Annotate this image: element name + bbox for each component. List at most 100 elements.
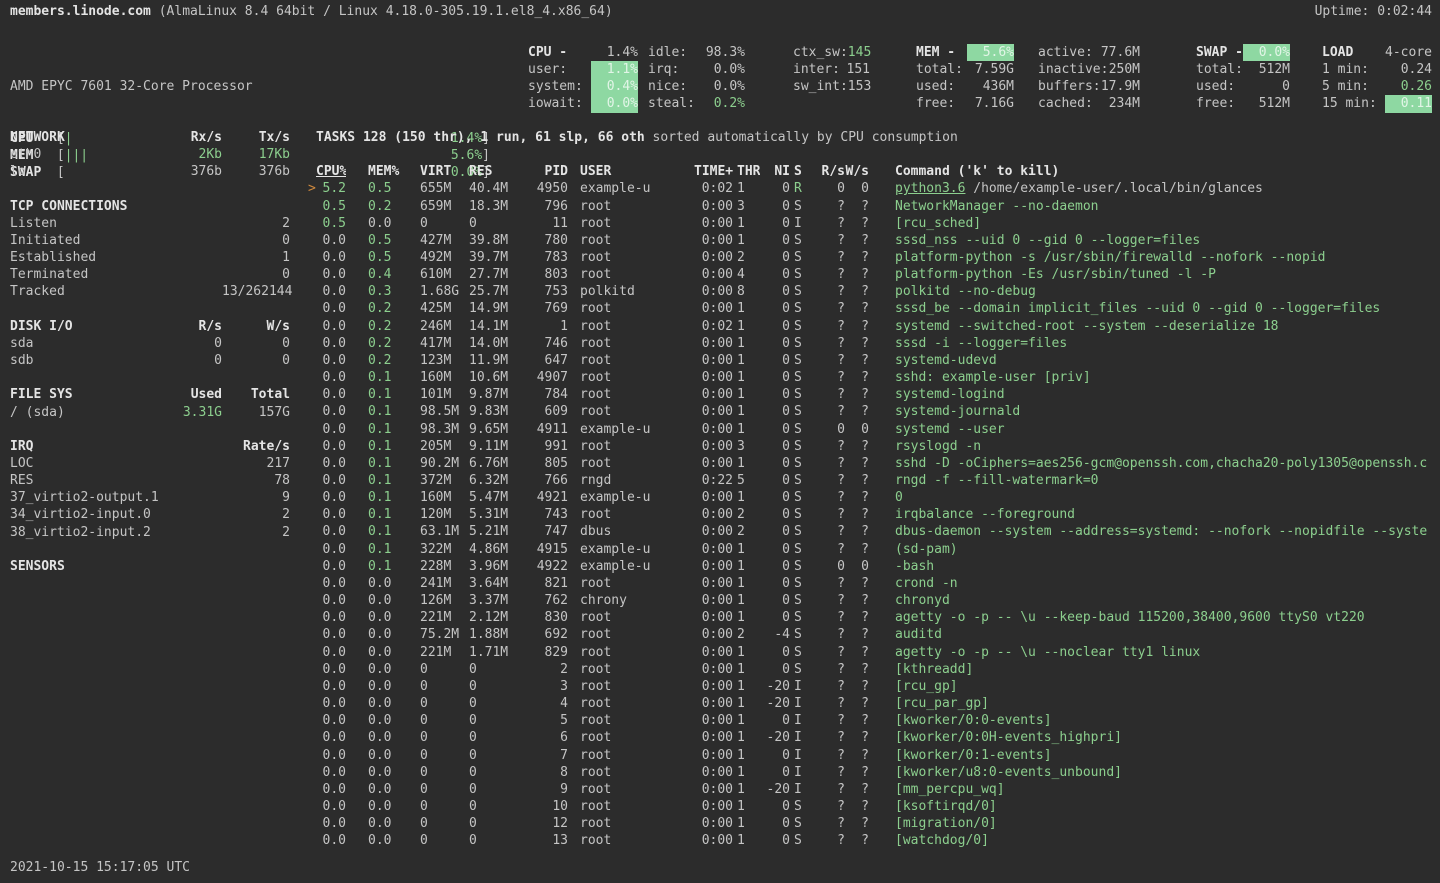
process-user: dbus bbox=[580, 523, 694, 540]
section-col2-header bbox=[222, 558, 290, 575]
process-cpu: 0.0 bbox=[316, 541, 346, 558]
stat-label: MEM - bbox=[916, 44, 955, 61]
process-marker bbox=[308, 644, 316, 661]
sidebar-section-header: DISK I/OR/sW/s bbox=[10, 318, 290, 335]
sidebar-row-label: lo bbox=[10, 163, 160, 180]
sidebar-row-value2: 376b bbox=[222, 163, 290, 180]
process-res: 6.32M bbox=[469, 472, 535, 489]
process-nice: 0 bbox=[760, 198, 790, 215]
process-read-rate: 0 bbox=[806, 558, 845, 575]
process-pid: 13 bbox=[535, 832, 568, 849]
process-res: 5.47M bbox=[469, 489, 535, 506]
process-threads: 1 bbox=[737, 558, 760, 575]
process-res: 0 bbox=[469, 832, 535, 849]
process-user: example-u bbox=[580, 489, 694, 506]
process-row: 0.00.5427M39.8M780root0:0010S??sssd_nss … bbox=[308, 232, 1440, 249]
process-state: S bbox=[794, 455, 806, 472]
process-command: agetty -o -p -- \u --keep-baud 115200,38… bbox=[895, 609, 1440, 626]
process-virt: 246M bbox=[420, 318, 469, 335]
process-nice: 0 bbox=[760, 180, 790, 197]
process-cpu: 0.0 bbox=[316, 575, 346, 592]
process-mem: 0.0 bbox=[346, 695, 420, 712]
col-header-ws: W/s bbox=[845, 163, 869, 180]
process-marker bbox=[308, 626, 316, 643]
sidebar-row-value1 bbox=[160, 215, 222, 232]
stat-label: 15 min: bbox=[1322, 95, 1377, 112]
process-write-rate: ? bbox=[845, 661, 869, 678]
process-virt: 0 bbox=[420, 781, 469, 798]
process-pid: 821 bbox=[535, 575, 568, 592]
process-read-rate: ? bbox=[806, 438, 845, 455]
process-virt: 0 bbox=[420, 215, 469, 232]
process-command: sshd -D -oCiphers=aes256-gcm@openssh.com… bbox=[895, 455, 1440, 472]
process-write-rate: ? bbox=[845, 472, 869, 489]
process-read-rate: ? bbox=[806, 489, 845, 506]
stat-value: 0.0% bbox=[714, 61, 745, 78]
stat-value: 0.2% bbox=[714, 95, 745, 112]
glances-terminal[interactable]: { "header": { "host": "members.linode.co… bbox=[0, 0, 1440, 883]
sidebar-row-value2: 0 bbox=[222, 352, 290, 369]
process-threads: 1 bbox=[737, 421, 760, 438]
process-read-rate: ? bbox=[806, 747, 845, 764]
uptime-value: 0:02:44 bbox=[1377, 4, 1432, 19]
process-command: [rcu_gp] bbox=[895, 678, 1440, 695]
process-write-rate: ? bbox=[845, 215, 869, 232]
process-state: S bbox=[794, 300, 806, 317]
process-user: root bbox=[580, 815, 694, 832]
process-res: 9.83M bbox=[469, 403, 535, 420]
sidebar-row-value1 bbox=[160, 266, 222, 283]
process-cpu: 0.0 bbox=[316, 626, 346, 643]
col-header-rs: R/s bbox=[806, 163, 845, 180]
process-mem: 0.2 bbox=[346, 198, 420, 215]
summary-row: inter:151 bbox=[793, 61, 870, 78]
process-res: 5.31M bbox=[469, 506, 535, 523]
process-virt: 75.2M bbox=[420, 626, 469, 643]
process-read-rate: ? bbox=[806, 215, 845, 232]
process-cpu: 0.0 bbox=[316, 352, 346, 369]
process-read-rate: ? bbox=[806, 455, 845, 472]
process-time: 0:00 bbox=[694, 232, 733, 249]
process-res: 0 bbox=[469, 661, 535, 678]
process-marker bbox=[308, 764, 316, 781]
process-virt: 126M bbox=[420, 592, 469, 609]
process-nice: 0 bbox=[760, 506, 790, 523]
process-mem: 0.0 bbox=[346, 712, 420, 729]
process-nice: -20 bbox=[760, 695, 790, 712]
section-title: TCP CONNECTIONS bbox=[10, 198, 160, 215]
summary-column: MEM -5.6%total:7.59Gused:436Mfree:7.16G bbox=[916, 44, 1014, 113]
section-col1-header: Used bbox=[160, 386, 222, 403]
process-state: S bbox=[794, 644, 806, 661]
process-write-rate: 0 bbox=[845, 558, 869, 575]
process-virt: 120M bbox=[420, 506, 469, 523]
process-command-name: systemd --switched-root --system --deser… bbox=[895, 319, 1279, 334]
process-user: root bbox=[580, 781, 694, 798]
process-pid: 743 bbox=[535, 506, 568, 523]
process-mem: 0.5 bbox=[346, 180, 420, 197]
process-user: root bbox=[580, 369, 694, 386]
col-header-command: Command ('k' to kill) bbox=[895, 163, 1440, 180]
process-nice: 0 bbox=[760, 266, 790, 283]
process-time: 0:00 bbox=[694, 369, 733, 386]
process-threads: 1 bbox=[737, 232, 760, 249]
process-command-name: [mm_percpu_wq] bbox=[895, 782, 1005, 797]
stat-label: nice: bbox=[648, 78, 687, 95]
process-user: root bbox=[580, 506, 694, 523]
process-marker bbox=[308, 815, 316, 832]
process-row: 0.00.0002root0:0010S??[kthreadd] bbox=[308, 661, 1440, 678]
process-mem: 0.0 bbox=[346, 609, 420, 626]
sidebar-row-value1 bbox=[160, 506, 222, 523]
process-command-name: systemd-udevd bbox=[895, 353, 997, 368]
process-mem: 0.0 bbox=[346, 678, 420, 695]
process-row: 0.00.1205M9.11M991root0:0030S??rsyslogd … bbox=[308, 438, 1440, 455]
process-mem: 0.0 bbox=[346, 575, 420, 592]
process-virt: 610M bbox=[420, 266, 469, 283]
stat-label: SWAP - bbox=[1196, 44, 1243, 61]
process-header-row: CPU%MEM%VIRTRESPIDUSERTIME+THRNISR/sW/sC… bbox=[308, 163, 1440, 180]
process-pid: 753 bbox=[535, 283, 568, 300]
process-marker bbox=[308, 266, 316, 283]
process-nice: -4 bbox=[760, 626, 790, 643]
process-marker bbox=[308, 695, 316, 712]
process-res: 0 bbox=[469, 729, 535, 746]
sidebar-row-label: / (sda) bbox=[10, 404, 160, 421]
sidebar-row: sdb00 bbox=[10, 352, 290, 369]
